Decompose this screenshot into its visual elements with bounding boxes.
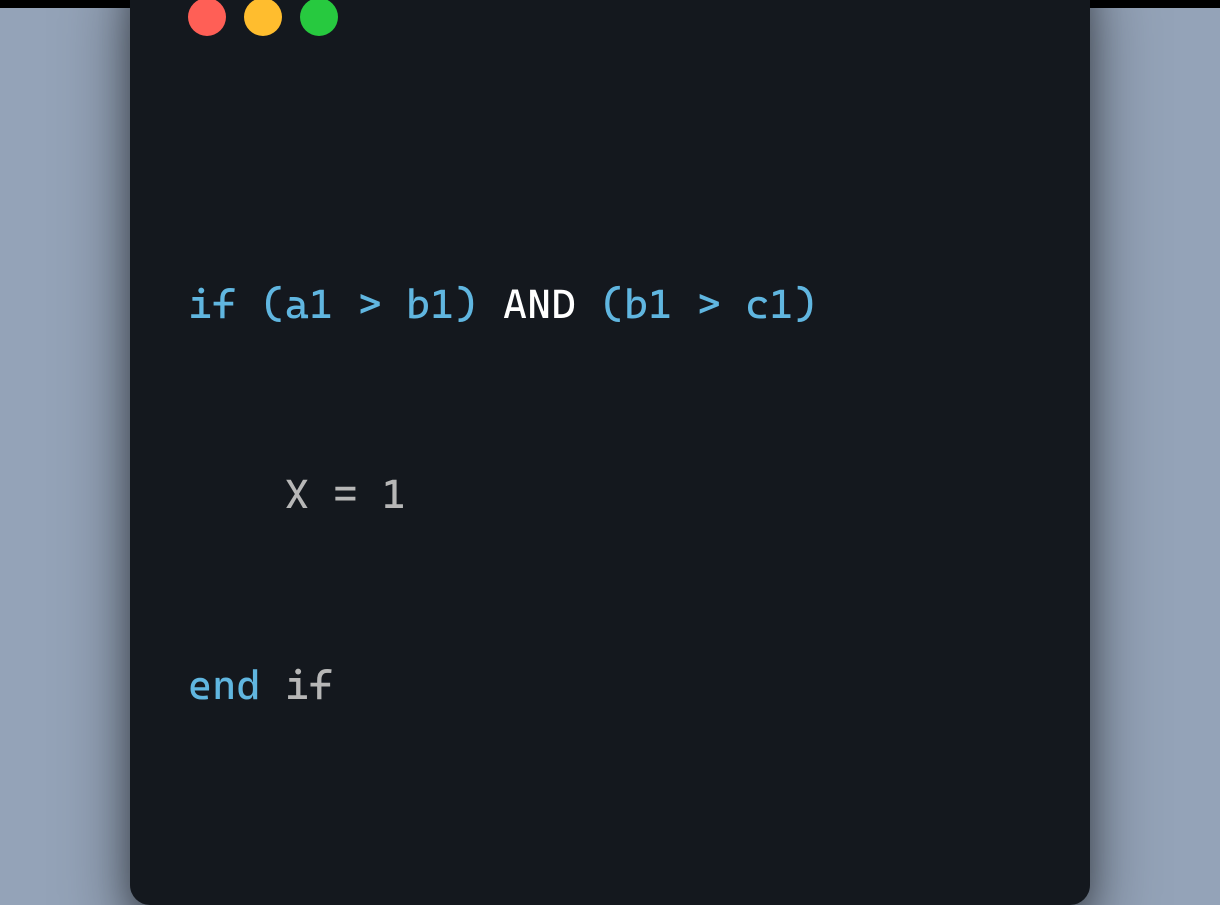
close-icon[interactable] [188, 0, 226, 36]
minimize-icon[interactable] [244, 0, 282, 36]
keyword-and: AND [503, 280, 576, 328]
code-window: if (a1 > b1) AND (b1 > c1) X = 1 end if [130, 0, 1090, 905]
traffic-lights [188, 0, 1032, 36]
maximize-icon[interactable] [300, 0, 338, 36]
operator: = [333, 470, 357, 518]
operator: > [697, 280, 721, 328]
operator: > [358, 280, 382, 328]
code-text: (a1 [236, 280, 357, 328]
keyword-if: if [188, 280, 236, 328]
code-line-1: if (a1 > b1) AND (b1 > c1) [188, 273, 1032, 337]
code-line-3: end if [188, 654, 1032, 718]
code-text: c1) [721, 280, 818, 328]
code-text: b1) [382, 280, 503, 328]
code-text: (b1 [576, 280, 697, 328]
variable: X [188, 470, 333, 518]
code-block: if (a1 > b1) AND (b1 > c1) X = 1 end if [188, 146, 1032, 845]
code-line-2: X = 1 [188, 463, 1032, 527]
keyword-if: if [285, 661, 333, 709]
code-text [261, 661, 285, 709]
number: 1 [382, 470, 406, 518]
keyword-end: end [188, 661, 261, 709]
code-text [358, 470, 382, 518]
